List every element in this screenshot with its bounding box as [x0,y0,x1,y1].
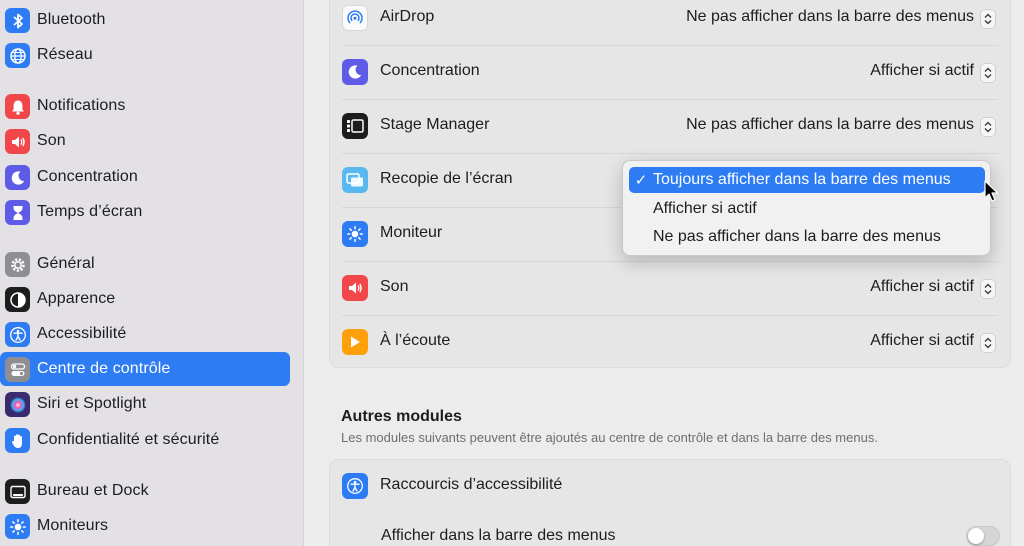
module-visibility-select[interactable]: Ne pas afficher dans la barre des menus [686,8,974,26]
sidebar-item-moniteurs[interactable]: Moniteurs [0,509,290,543]
bluetooth-icon [5,8,30,33]
bell-icon [5,94,30,119]
sidebar-item-concentration[interactable]: Concentration [0,160,290,194]
sidebar: Bluetooth Réseau Notifications Son Conce… [0,0,304,546]
sidebar-item-label: Notifications [37,97,126,114]
menu-item-always-show[interactable]: ✓ Toujours afficher dans la barre des me… [629,167,985,193]
sidebar-item-label: Siri et Spotlight [37,395,147,412]
menu-item-label: Afficher si actif [653,200,757,217]
mouse-cursor-icon [984,180,999,202]
menu-item-label: Toujours afficher dans la barre des menu… [653,171,951,188]
module-row-raccourcis-accessibilite: Raccourcis d’accessibilité [330,460,1010,514]
sidebar-item-label: Réseau [37,46,93,63]
airdrop-icon [342,5,368,31]
checkmark-icon: ✓ [634,172,648,189]
module-visibility-select[interactable]: Ne pas afficher dans la barre des menus [686,116,974,134]
siri-icon [5,392,30,417]
sidebar-item-label: Concentration [37,168,138,185]
sidebar-item-notifications[interactable]: Notifications [0,89,290,123]
module-row-concentration: Concentration Afficher si actif [330,46,1010,100]
stage-manager-icon [342,113,368,139]
hourglass-icon [5,200,30,225]
sidebar-item-label: Moniteurs [37,517,109,534]
module-row-a-l-ecoute: À l’écoute Afficher si actif [330,316,1010,370]
module-visibility-select[interactable]: Afficher si actif [870,278,974,296]
show-in-menu-bar-label: Afficher dans la barre des menus [381,527,616,544]
sidebar-item-label: Bureau et Dock [37,482,149,499]
sidebar-item-siri-spotlight[interactable]: Siri et Spotlight [0,387,290,421]
section-title: Autres modules [341,408,462,425]
play-icon [342,329,368,355]
module-label: Stage Manager [380,116,490,133]
accessibility-icon [5,322,30,347]
toggle-knob [968,528,984,544]
sidebar-item-label: Son [37,132,66,149]
module-label: Raccourcis d’accessibilité [380,476,563,493]
sidebar-item-general[interactable]: Général [0,247,290,281]
module-visibility-select[interactable]: Afficher si actif [870,332,974,350]
module-label: Moniteur [380,224,443,241]
sidebar-item-confidentialite[interactable]: Confidentialité et sécurité [0,423,290,457]
sidebar-item-label: Général [37,255,95,272]
sidebar-item-label: Centre de contrôle [37,360,171,377]
dock-icon [5,479,30,504]
main-content: AirDrop Ne pas afficher dans la barre de… [304,0,1024,546]
module-label: AirDrop [380,8,435,25]
moon-icon [342,59,368,85]
module-visibility-select[interactable]: Afficher si actif [870,62,974,80]
menu-item-dont-show[interactable]: Ne pas afficher dans la barre des menus [629,224,985,250]
accessibility-icon [342,473,368,499]
chevron-updown-icon[interactable] [980,117,996,137]
sidebar-item-label: Bluetooth [37,11,106,28]
chevron-updown-icon[interactable] [980,63,996,83]
sidebar-item-label: Accessibilité [37,325,127,342]
sidebar-item-label: Apparence [37,290,116,307]
sidebar-item-label: Confidentialité et sécurité [37,431,220,448]
sidebar-item-accessibilite[interactable]: Accessibilité [0,317,290,351]
screen-mirroring-icon [342,167,368,193]
sidebar-item-son[interactable]: Son [0,124,290,158]
chevron-updown-icon[interactable] [980,279,996,299]
control-center-icon [5,357,30,382]
module-row-airdrop: AirDrop Ne pas afficher dans la barre de… [330,0,1010,46]
appearance-icon [5,287,30,312]
speaker-icon [342,275,368,301]
hand-icon [5,428,30,453]
sun-icon [5,514,30,539]
sidebar-item-centre-de-controle[interactable]: Centre de contrôle [0,352,290,386]
module-row-stage-manager: Stage Manager Ne pas afficher dans la ba… [330,100,1010,154]
module-row-son: Son Afficher si actif [330,262,1010,316]
sidebar-item-reseau[interactable]: Réseau [0,38,290,72]
chevron-updown-icon[interactable] [980,333,996,353]
visibility-popup-menu: ✓ Toujours afficher dans la barre des me… [622,160,991,256]
sidebar-item-label: Temps d’écran [37,203,143,220]
menu-item-show-when-active[interactable]: Afficher si actif [629,196,985,222]
sidebar-item-bureau-dock[interactable]: Bureau et Dock [0,474,290,508]
gear-icon [5,252,30,277]
chevron-updown-icon[interactable] [980,9,996,29]
globe-icon [5,43,30,68]
sidebar-item-temps-ecran[interactable]: Temps d’écran [0,195,290,229]
sidebar-item-apparence[interactable]: Apparence [0,282,290,316]
section-subtitle: Les modules suivants peuvent être ajouté… [341,430,878,445]
other-modules-card: Raccourcis d’accessibilité Afficher dans… [329,459,1011,546]
module-label: Son [380,278,409,295]
module-label: À l’écoute [380,332,451,349]
module-label: Recopie de l’écran [380,170,513,187]
speaker-icon [5,129,30,154]
show-in-menu-bar-toggle[interactable] [966,526,1000,546]
sun-icon [342,221,368,247]
menu-item-label: Ne pas afficher dans la barre des menus [653,228,941,245]
sidebar-item-bluetooth[interactable]: Bluetooth [0,3,290,37]
module-label: Concentration [380,62,480,79]
moon-icon [5,165,30,190]
